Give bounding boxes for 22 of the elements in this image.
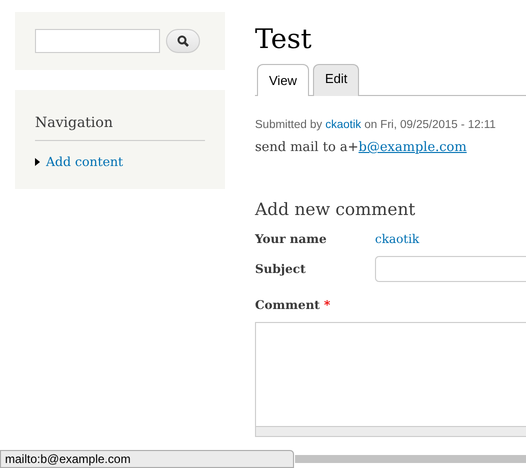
search-button[interactable] <box>166 29 200 53</box>
email-link[interactable]: b@example.com <box>358 140 467 156</box>
field-label: Comment * <box>255 297 332 314</box>
search-field[interactable] <box>35 29 160 53</box>
bullet-icon <box>35 158 40 166</box>
status-bar: mailto:b@example.com <box>0 450 294 468</box>
scrollbar[interactable] <box>295 455 526 463</box>
tab[interactable]: Edit <box>312 64 360 96</box>
field-label: Subject <box>255 261 307 278</box>
author-link[interactable]: ckaotik <box>325 118 362 131</box>
resize-bar[interactable] <box>255 427 526 438</box>
submitted-text: Submitted by ckaotik on Fri, 09/25/2015 - 12:11 <box>255 118 497 133</box>
body-text: send mail to a+b@example.com <box>255 139 468 158</box>
page-title: Test <box>255 24 313 56</box>
field-label: Your name <box>255 231 328 248</box>
section-title: Add new comment <box>255 200 416 220</box>
username-link[interactable]: ckaotik <box>375 230 420 248</box>
block-title: Navigation <box>35 107 205 141</box>
search-icon <box>177 35 189 47</box>
nav-link[interactable]: Add content <box>46 153 124 172</box>
subject-field[interactable] <box>375 256 526 282</box>
tab[interactable]: View <box>257 64 309 96</box>
